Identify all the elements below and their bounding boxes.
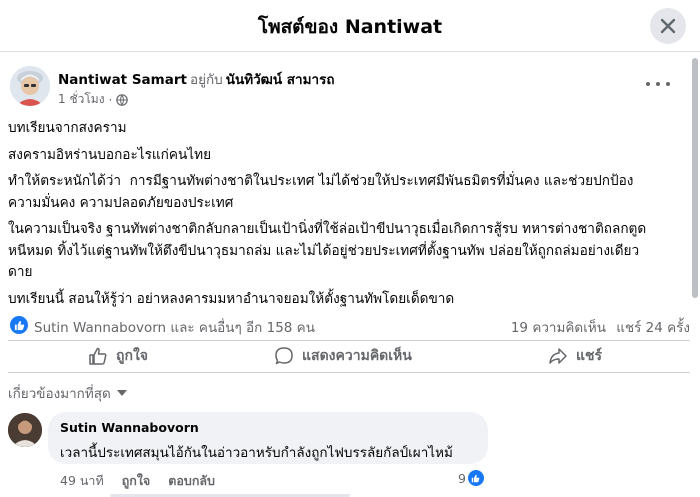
dialog-title: โพสต์ของ Nantiwat (257, 16, 443, 38)
post-body: บทเรียนจากสงคราม สงครามอิหร่านบอกอะไรแก่… (8, 118, 688, 315)
comment-text: เวลานี้ประเทศสมุนไอ้กันในอ่าวอาหรับกำลัง… (60, 445, 453, 461)
like-reaction-icon (467, 470, 484, 486)
comment-count[interactable]: 19 ความคิดเห็น (511, 320, 606, 336)
reactors-summary[interactable]: Sutin Wannabovorn และ คนอื่นๆ อีก 158 คน (34, 316, 315, 338)
comment-meta: 49 นาที ถูกใจ ตอบกลับ (60, 471, 215, 491)
share-count[interactable]: แชร์ 24 ครั้ง (616, 320, 690, 336)
post-paragraph: สงครามอิหร่านบอกอะไรแก่คนไทย (8, 146, 212, 163)
comment-icon (275, 347, 293, 365)
caret-down-icon (116, 390, 127, 396)
thumbs-up-icon (89, 347, 107, 365)
commenter-avatar[interactable] (8, 413, 42, 447)
close-button[interactable] (650, 8, 686, 44)
post-meta: 1 ชั่วโมง · (58, 90, 129, 109)
comment-time[interactable]: 49 นาที (60, 471, 104, 491)
post-stats: Sutin Wannabovorn และ คนอื่นๆ อีก 158 คน… (8, 314, 690, 336)
post-paragraph: ทำให้ตระหนักได้ว่า การมีฐานทัพต่างชาติใน… (8, 173, 634, 211)
post-paragraph: บทเรียนจากสงคราม (8, 120, 127, 136)
comment-button[interactable]: แสดงความคิดเห็น (274, 344, 412, 368)
comments-filter[interactable]: เกี่ยวข้องมากที่สุด (8, 382, 127, 404)
comment-reaction-count: 9 (458, 470, 466, 486)
scrollbar-thumb[interactable] (692, 58, 698, 298)
like-label: ถูกใจ (116, 348, 148, 364)
share-label: แชร์ (576, 348, 603, 364)
more-dots-icon (646, 82, 650, 86)
comment-reactions[interactable]: 9 (458, 470, 484, 486)
like-button[interactable]: ถูกใจ (88, 344, 148, 368)
comment-label: แสดงความคิดเห็น (302, 348, 412, 364)
share-icon (549, 348, 567, 364)
dialog-header: โพสต์ของ Nantiwat (0, 0, 700, 52)
comment-reply-button[interactable]: ตอบกลับ (168, 471, 215, 491)
tagged-name[interactable]: นันทิวัฒน์ สามารถ (226, 72, 335, 88)
post-time[interactable]: 1 ชั่วโมง (58, 90, 105, 109)
post-header: Nantiwat Samart อยู่กับ นันทิวัฒน์ สามารถ … (10, 66, 670, 110)
author-line: Nantiwat Samart อยู่กับ นันทิวัฒน์ สามารถ (58, 68, 335, 90)
more-options-button[interactable] (646, 76, 670, 92)
post-paragraph: บทเรียนนี้ สอนให้รู้ว่า อย่าหลงคารมมหาอำ… (8, 290, 455, 307)
author-avatar[interactable] (10, 66, 50, 106)
comment-author[interactable]: Sutin Wannabovorn (60, 420, 476, 435)
engagement-counts: 19 ความคิดเห็น แชร์ 24 ครั้ง (511, 316, 690, 338)
divider (8, 340, 690, 341)
globe-icon (116, 93, 129, 106)
comment-like-button[interactable]: ถูกใจ (122, 471, 151, 491)
with-text: อยู่กับ (189, 72, 223, 88)
comment-bubble: Sutin Wannabovorn เวลานี้ประเทศสมุนไอ้กั… (48, 412, 488, 464)
divider (8, 372, 690, 373)
like-reaction-icon (10, 316, 28, 334)
comments-filter-label: เกี่ยวข้องมากที่สุด (8, 386, 111, 402)
post-actions: ถูกใจ แสดงความคิดเห็น แชร์ (8, 342, 690, 370)
post-paragraph: ในความเป็นจริง ฐานทัพต่างชาติกลับกลายเป็… (8, 221, 647, 280)
close-icon (660, 18, 676, 34)
author-name[interactable]: Nantiwat Samart (58, 72, 187, 88)
share-button[interactable]: แชร์ (548, 344, 602, 368)
